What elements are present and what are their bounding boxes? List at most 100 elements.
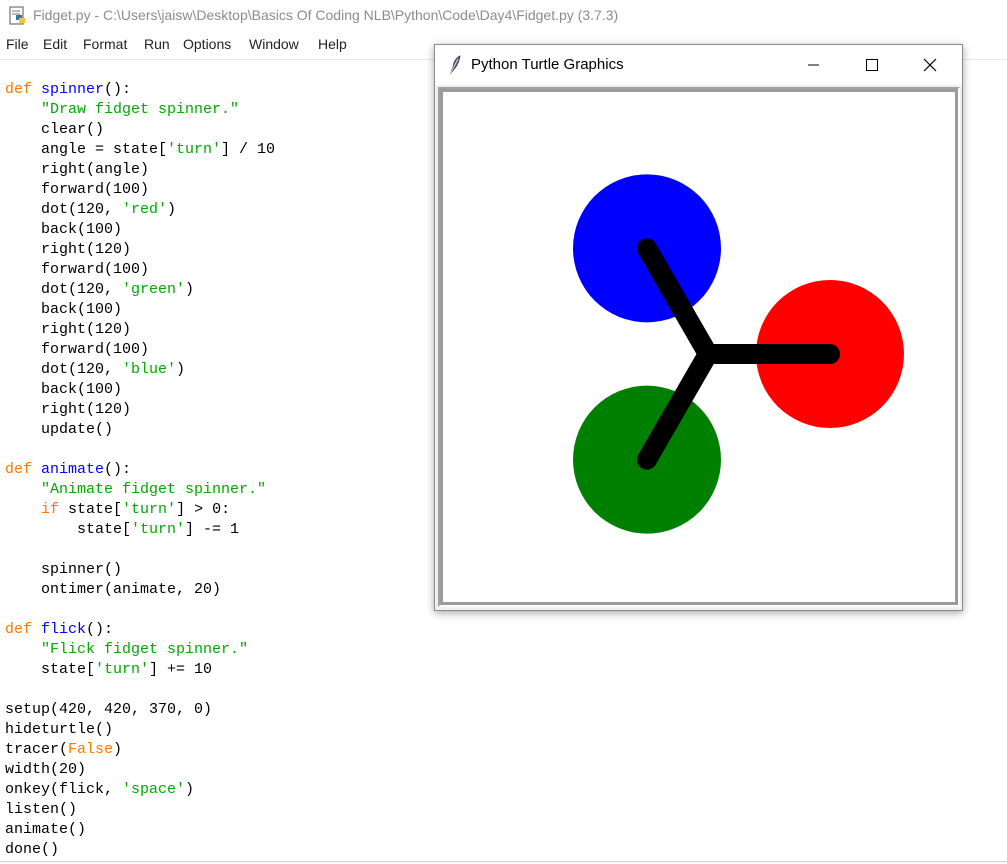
code-token: ] -= 1 — [185, 521, 240, 538]
code-line: tracer(False) — [5, 740, 122, 760]
menu-help[interactable]: Help — [318, 36, 347, 52]
code-line: spinner() — [5, 560, 122, 580]
code-line: right(120) — [5, 320, 131, 340]
code-token: forward(100) — [5, 261, 150, 278]
close-button[interactable] — [907, 45, 953, 85]
code-token: spinner — [41, 81, 105, 98]
code-token: 'turn' — [95, 661, 150, 678]
code-token: def — [5, 621, 33, 638]
code-line: update() — [5, 420, 113, 440]
fidget-spinner-drawing — [573, 174, 904, 534]
code-token: update() — [5, 421, 114, 438]
code-token: (): — [86, 621, 114, 638]
code-token: ) — [185, 281, 195, 298]
code-token: 'turn' — [122, 501, 177, 518]
code-token: ] > 0: — [176, 501, 231, 518]
code-token: width(20) — [5, 761, 87, 778]
code-line: done() — [5, 840, 59, 860]
menu-edit[interactable]: Edit — [43, 36, 67, 52]
code-line: dot(120, 'blue') — [5, 360, 185, 380]
code-token: ] / 10 — [221, 141, 276, 158]
code-line: setup(420, 420, 370, 0) — [5, 700, 212, 720]
code-token: animate — [41, 461, 105, 478]
code-line: if state['turn'] > 0: — [5, 500, 230, 520]
code-line: right(120) — [5, 400, 131, 420]
code-line: angle = state['turn'] / 10 — [5, 140, 275, 160]
menu-file[interactable]: File — [6, 36, 29, 52]
code-token: ) — [185, 781, 195, 798]
code-token: state[ — [5, 521, 132, 538]
minimize-icon — [808, 64, 819, 66]
code-line: def spinner(): — [5, 80, 131, 100]
code-token: ) — [167, 201, 177, 218]
code-token: "Animate fidget spinner." — [41, 481, 267, 498]
code-token: (): — [104, 81, 132, 98]
code-line: "Draw fidget spinner." — [5, 100, 239, 120]
code-token: 'red' — [122, 201, 168, 218]
code-token: back(100) — [5, 381, 123, 398]
code-token: ] += 10 — [149, 661, 213, 678]
code-token: clear() — [5, 121, 105, 138]
code-token: 'blue' — [122, 361, 177, 378]
editor-title-bar: Fidget.py - C:\Users\jaisw\Desktop\Basic… — [0, 0, 1007, 32]
code-line: def animate(): — [5, 460, 131, 480]
code-line: dot(120, 'red') — [5, 200, 176, 220]
code-line: "Animate fidget spinner." — [5, 480, 266, 500]
code-token: 'turn' — [167, 141, 222, 158]
code-token: right(120) — [5, 321, 132, 338]
python-file-icon — [9, 6, 25, 25]
code-token: right(angle) — [5, 161, 150, 178]
code-token: 'space' — [122, 781, 186, 798]
turtle-canvas[interactable] — [443, 92, 955, 602]
code-token: if — [41, 501, 60, 518]
code-token: def — [5, 81, 33, 98]
code-token: tracer( — [5, 741, 69, 758]
code-token: dot(120, — [5, 361, 123, 378]
code-token: 'turn' — [131, 521, 186, 538]
code-line: animate() — [5, 820, 86, 840]
turtle-window-title: Python Turtle Graphics — [471, 56, 624, 73]
code-line: state['turn'] -= 1 — [5, 520, 239, 540]
menu-format[interactable]: Format — [83, 36, 127, 52]
menu-options[interactable]: Options — [183, 36, 231, 52]
code-token: forward(100) — [5, 181, 150, 198]
code-token: right(120) — [5, 401, 132, 418]
maximize-button[interactable] — [848, 45, 894, 85]
code-token: done() — [5, 841, 60, 858]
code-token: (): — [104, 461, 132, 478]
code-line: back(100) — [5, 220, 122, 240]
turtle-graphics-window[interactable]: Python Turtle Graphics — [434, 44, 963, 611]
code-line: back(100) — [5, 300, 122, 320]
code-token: hideturtle() — [5, 721, 114, 738]
editor-window-title: Fidget.py - C:\Users\jaisw\Desktop\Basic… — [33, 7, 619, 23]
code-line: def flick(): — [5, 620, 113, 640]
code-token: False — [68, 741, 114, 758]
code-line: forward(100) — [5, 180, 149, 200]
code-token: state[ — [5, 661, 96, 678]
code-token: dot(120, — [5, 201, 123, 218]
turtle-title-bar[interactable]: Python Turtle Graphics — [435, 45, 962, 85]
code-line: right(angle) — [5, 160, 149, 180]
code-token: state[ — [59, 501, 123, 518]
code-token: "Flick fidget spinner." — [41, 641, 249, 658]
code-line: width(20) — [5, 760, 86, 780]
code-token: flick — [41, 621, 87, 638]
code-token: dot(120, — [5, 281, 123, 298]
code-token: onkey(flick, — [5, 781, 123, 798]
code-token: angle = state[ — [5, 141, 168, 158]
code-line: "Flick fidget spinner." — [5, 640, 248, 660]
menu-window[interactable]: Window — [249, 36, 299, 52]
code-line: state['turn'] += 10 — [5, 660, 212, 680]
close-icon — [923, 58, 937, 72]
code-line: onkey(flick, 'space') — [5, 780, 194, 800]
maximize-icon — [866, 59, 878, 71]
menu-run[interactable]: Run — [144, 36, 170, 52]
code-token: back(100) — [5, 301, 123, 318]
code-line: forward(100) — [5, 340, 149, 360]
minimize-button[interactable] — [790, 45, 836, 85]
